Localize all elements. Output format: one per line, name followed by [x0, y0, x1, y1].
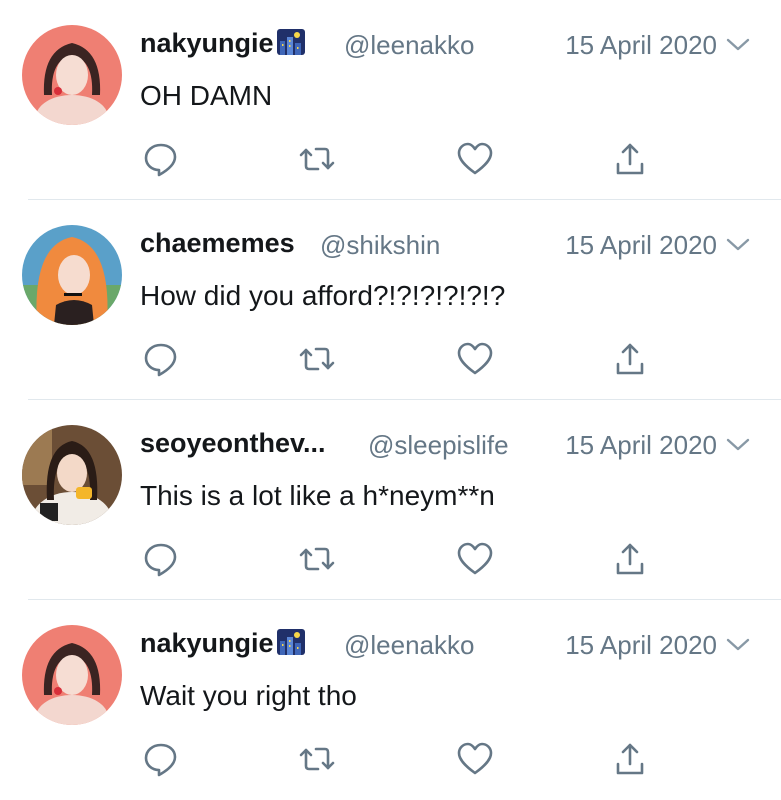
timestamp[interactable]: 15 April 2020 [565, 430, 717, 461]
display-name[interactable]: seoyeonthev... [140, 428, 326, 459]
tweet[interactable]: nakyungie @leenakko 15 April 2020 Wait y… [0, 600, 781, 800]
tweet[interactable]: nakyungie @leenakko 15 April 2020 OH DAM… [0, 0, 781, 200]
tweet[interactable]: seoyeonthev... @sleepislife 15 April 202… [0, 400, 781, 600]
chevron-down-icon[interactable] [725, 36, 751, 54]
handle[interactable]: @leenakko [344, 30, 474, 61]
reply-icon[interactable] [142, 340, 180, 378]
share-icon[interactable] [611, 740, 649, 778]
share-icon[interactable] [611, 140, 649, 178]
heart-icon[interactable] [456, 140, 494, 178]
retweet-icon[interactable] [298, 540, 336, 578]
retweet-icon[interactable] [298, 140, 336, 178]
chevron-down-icon[interactable] [725, 636, 751, 654]
tweet-text: OH DAMN [140, 80, 273, 111]
night-city-emoji-icon [276, 629, 305, 655]
avatar[interactable] [22, 625, 122, 725]
share-icon[interactable] [611, 540, 649, 578]
avatar[interactable] [22, 425, 122, 525]
retweet-icon[interactable] [298, 340, 336, 378]
handle[interactable]: @sleepislife [368, 430, 509, 461]
handle[interactable]: @leenakko [344, 630, 474, 661]
chevron-down-icon[interactable] [725, 436, 751, 454]
avatar[interactable] [22, 225, 122, 325]
handle[interactable]: @shikshin [320, 230, 440, 261]
share-icon[interactable] [611, 340, 649, 378]
timestamp[interactable]: 15 April 2020 [565, 30, 717, 61]
heart-icon[interactable] [456, 740, 494, 778]
tweet-text: Wait you right tho [140, 680, 357, 711]
reply-icon[interactable] [142, 140, 180, 178]
reply-icon[interactable] [142, 540, 180, 578]
tweet[interactable]: chaememes @shikshin 15 April 2020 How di… [0, 200, 781, 400]
timestamp[interactable]: 15 April 2020 [565, 630, 717, 661]
heart-icon[interactable] [456, 540, 494, 578]
timestamp[interactable]: 15 April 2020 [565, 230, 717, 261]
display-name[interactable]: chaememes [140, 228, 295, 259]
tweet-text: This is a lot like a h*neym**n [140, 480, 495, 511]
retweet-icon[interactable] [298, 740, 336, 778]
display-name[interactable]: nakyungie [140, 28, 305, 59]
tweet-text: How did you afford?!?!?!?!?!? [140, 280, 506, 311]
avatar[interactable] [22, 25, 122, 125]
heart-icon[interactable] [456, 340, 494, 378]
night-city-emoji-icon [276, 29, 305, 55]
chevron-down-icon[interactable] [725, 236, 751, 254]
display-name[interactable]: nakyungie [140, 628, 305, 659]
reply-icon[interactable] [142, 740, 180, 778]
